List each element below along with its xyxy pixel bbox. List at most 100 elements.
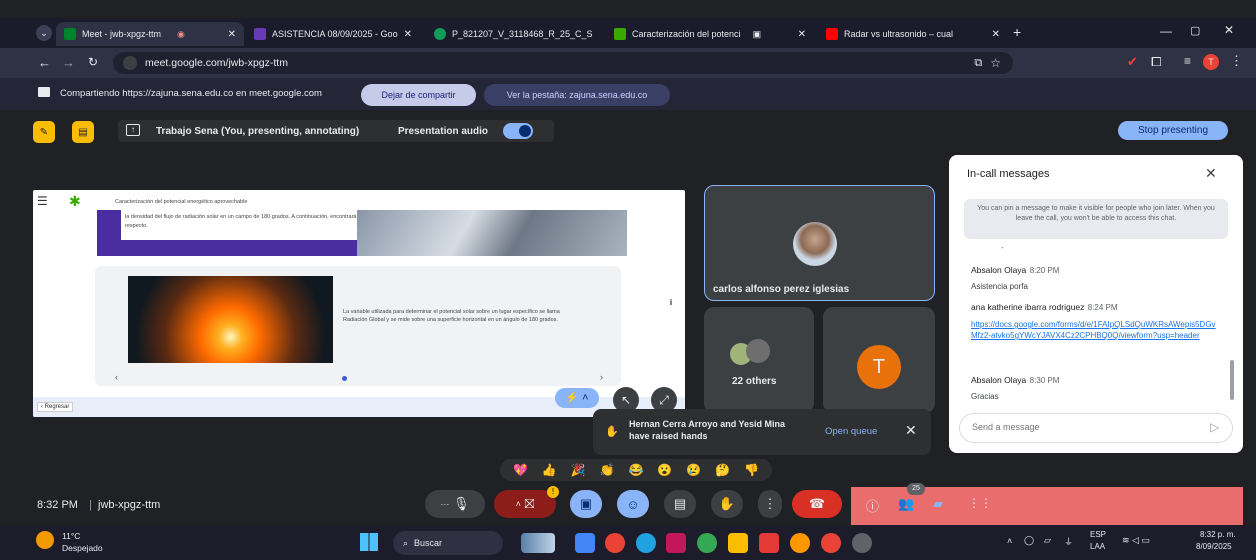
bookmark-star-icon[interactable]: ☆ bbox=[990, 56, 1001, 70]
participant-tile-main[interactable]: carlos alfonso perez iglesias bbox=[704, 185, 935, 301]
wifi-volume-battery-icon[interactable]: ≋ ◁ ▭ bbox=[1122, 535, 1150, 546]
reaction-emoji[interactable]: 👍 bbox=[542, 463, 557, 477]
present-button[interactable]: ▣ bbox=[570, 490, 602, 518]
chat-scrollbar[interactable] bbox=[1230, 360, 1234, 400]
participant-tile-t[interactable]: T bbox=[823, 307, 935, 413]
presentation-audio-toggle[interactable] bbox=[503, 123, 533, 139]
site-info-icon[interactable] bbox=[123, 56, 137, 70]
close-icon[interactable]: ✕ bbox=[905, 422, 917, 439]
tab-youtube[interactable]: Radar vs ultrasonido – cual ✕ bbox=[818, 22, 1008, 46]
info-icon[interactable]: i bbox=[663, 297, 679, 309]
stop-sharing-button[interactable]: Dejar de compartir bbox=[361, 84, 476, 106]
tab-title: ASISTENCIA 08/09/2025 - Goo bbox=[272, 29, 398, 39]
send-icon[interactable]: ▷ bbox=[1210, 420, 1219, 434]
meet-favicon bbox=[64, 28, 76, 40]
reaction-emoji[interactable]: 🎉 bbox=[571, 463, 586, 477]
meeting-info-icon[interactable]: ⓘ bbox=[866, 496, 879, 515]
chat-icon[interactable]: ▰ bbox=[933, 496, 943, 512]
app-icon[interactable] bbox=[605, 533, 625, 553]
mic-button[interactable]: ··· 🎙 bbox=[425, 490, 485, 518]
minimize-window-icon[interactable]: — bbox=[1160, 24, 1172, 38]
carousel-next-icon[interactable]: › bbox=[600, 372, 603, 382]
app-icon[interactable] bbox=[790, 533, 810, 553]
chrome-icon[interactable] bbox=[821, 533, 841, 553]
new-tab-icon[interactable]: + bbox=[1013, 24, 1021, 40]
language-indicator[interactable]: ESP bbox=[1090, 530, 1106, 539]
app-icon[interactable] bbox=[666, 533, 686, 553]
annotation-tool-button[interactable]: ⚡ ˄ bbox=[555, 388, 599, 408]
clock-time[interactable]: 8:32 p. m. bbox=[1200, 530, 1236, 539]
carousel-dot[interactable] bbox=[342, 376, 347, 381]
call-controls-bar: 8:32 PM | jwb-xpgz-ttm ··· 🎙 ˄ ⛝ ! ▣ ☺ ▤… bbox=[0, 483, 1256, 525]
tab-title: Meet - jwb-xpgz-ttm bbox=[82, 29, 162, 39]
app-icon[interactable] bbox=[759, 533, 779, 553]
tab-asistencia[interactable]: ASISTENCIA 08/09/2025 - Goo ✕ bbox=[246, 22, 418, 46]
app-icon[interactable] bbox=[852, 533, 872, 553]
clock-date[interactable]: 8/09/2025 bbox=[1196, 542, 1232, 551]
reaction-emoji[interactable]: 😢 bbox=[686, 463, 701, 477]
reaction-emoji[interactable]: 👏 bbox=[600, 463, 615, 477]
edge-icon[interactable] bbox=[636, 533, 656, 553]
forward-icon[interactable]: → bbox=[62, 55, 75, 70]
reaction-emoji[interactable]: 🤔 bbox=[715, 463, 730, 477]
raise-hand-button[interactable]: ✋ bbox=[711, 490, 743, 518]
close-icon[interactable]: ✕ bbox=[1205, 165, 1217, 182]
taskbar-search[interactable]: ⌕ Buscar bbox=[393, 531, 503, 555]
message-input[interactable]: ▷ bbox=[959, 413, 1233, 443]
captions-button[interactable]: ▤ bbox=[664, 490, 696, 518]
reaction-emoji[interactable]: 👎 bbox=[744, 463, 759, 477]
taskview-icon[interactable] bbox=[521, 533, 555, 553]
chrome-icon[interactable] bbox=[697, 533, 717, 553]
emoji-button[interactable]: ☺ bbox=[617, 490, 649, 518]
slide-header: Caracterización del potencial energético… bbox=[115, 199, 248, 205]
close-tab-icon[interactable]: ✕ bbox=[404, 29, 412, 40]
leave-call-button[interactable]: ☎ bbox=[792, 490, 842, 518]
reload-icon[interactable]: ↻ bbox=[88, 55, 98, 69]
browser-menu-icon[interactable]: ⋮ bbox=[1230, 53, 1243, 69]
whiteboard-icon[interactable]: ▤ bbox=[72, 121, 94, 143]
view-tab-button[interactable]: Ver la pestaña: zajuna.sena.edu.co bbox=[484, 84, 670, 106]
extension-pen-icon[interactable]: ✔ bbox=[1127, 54, 1138, 70]
back-link[interactable]: ‹ Regresar bbox=[37, 402, 74, 412]
stop-presenting-button[interactable]: Stop presenting bbox=[1118, 121, 1228, 140]
extensions-icon[interactable]: ⧠ bbox=[1151, 54, 1161, 70]
url-text: meet.google.com/jwb-xpgz-ttm bbox=[145, 57, 288, 69]
tray-icon[interactable]: ⏚ bbox=[1064, 535, 1073, 548]
back-icon[interactable]: ← bbox=[38, 55, 51, 70]
reaction-emoji[interactable]: 💖 bbox=[513, 463, 528, 477]
in-call-messages-panel: In-call messages ✕ You can pin a message… bbox=[949, 155, 1243, 453]
tray-icon[interactable]: ▱ bbox=[1044, 535, 1051, 546]
message-field[interactable] bbox=[972, 422, 1182, 432]
tray-chevron-icon[interactable]: ˄ bbox=[1007, 536, 1012, 546]
activities-icon[interactable]: ⋮⋮ bbox=[968, 496, 992, 510]
participant-tile-others[interactable]: 22 others bbox=[704, 307, 814, 413]
reaction-emoji[interactable]: 😮 bbox=[657, 463, 672, 477]
tab-caracterizacion[interactable]: Caracterización del potenci ▣ ✕ bbox=[606, 22, 814, 46]
people-icon[interactable]: 👥 bbox=[898, 496, 914, 512]
more-options-button[interactable]: ⋮ bbox=[758, 490, 782, 518]
translate-icon[interactable]: ⧉ bbox=[974, 57, 982, 70]
restore-window-icon[interactable]: ▢ bbox=[1190, 24, 1200, 37]
weather-icon[interactable] bbox=[36, 531, 54, 549]
tab-groups-icon[interactable]: ≡ bbox=[1184, 54, 1191, 68]
tab-search-icon[interactable]: ⌄ bbox=[36, 25, 52, 41]
open-queue-button[interactable]: Open queue bbox=[825, 426, 877, 437]
folder-icon[interactable] bbox=[728, 533, 748, 553]
profile-avatar[interactable]: T bbox=[1203, 54, 1219, 70]
close-tab-icon[interactable]: ✕ bbox=[228, 29, 236, 40]
start-button[interactable] bbox=[360, 533, 378, 551]
address-input[interactable]: meet.google.com/jwb-xpgz-ttm ⧉ ☆ bbox=[113, 52, 1013, 74]
message-link[interactable]: https://docs.google.com/forms/d/e/1FAIpQ… bbox=[971, 319, 1219, 341]
tab-title: Radar vs ultrasonido – cual bbox=[844, 29, 954, 39]
hamburger-menu-icon[interactable]: ☰ bbox=[37, 194, 48, 208]
annotate-icon[interactable]: ✎ bbox=[33, 121, 55, 143]
tab-meet[interactable]: Meet - jwb-xpgz-ttm ◉ ✕ bbox=[56, 22, 244, 46]
tab-file[interactable]: P_821207_V_3118468_R_25_C_S ✕ bbox=[426, 22, 598, 46]
close-tab-icon[interactable]: ✕ bbox=[798, 29, 806, 40]
reaction-emoji[interactable]: 😂 bbox=[628, 463, 643, 477]
file-explorer-icon[interactable] bbox=[575, 533, 595, 553]
close-window-icon[interactable]: ✕ bbox=[1224, 23, 1234, 37]
tray-icon[interactable]: ◯ bbox=[1024, 535, 1034, 546]
close-tab-icon[interactable]: ✕ bbox=[992, 29, 1000, 40]
carousel-prev-icon[interactable]: ‹ bbox=[115, 372, 118, 382]
